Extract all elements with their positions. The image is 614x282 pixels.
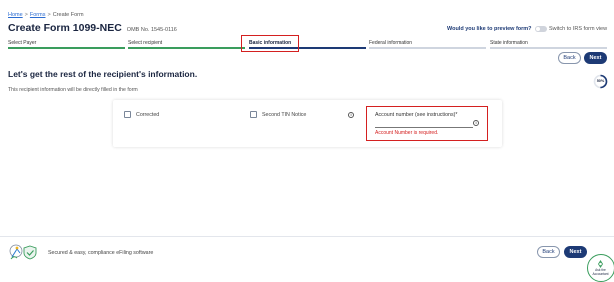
step-label: State information — [490, 40, 528, 46]
page-title: Create Form 1099-NEC — [8, 22, 122, 34]
footer-back-button[interactable]: Back — [537, 246, 560, 258]
omb-number: OMB No. 1545-0116 — [126, 27, 177, 33]
security-logo — [8, 242, 42, 262]
back-button[interactable]: Back — [558, 52, 581, 64]
shield-check-icon — [9, 244, 37, 260]
step-label: Federal information — [369, 40, 413, 46]
highlight-active-step — [241, 35, 299, 52]
stepper: Select Payer Select recipient Basic info… — [8, 40, 609, 50]
next-button[interactable]: Next — [584, 52, 607, 64]
step-federal-information[interactable]: Federal information — [369, 40, 488, 49]
progress-value: 50% — [596, 79, 605, 83]
corrected-label: Corrected — [136, 112, 160, 118]
ask-accountant-text: Ask the Accountant — [588, 268, 613, 276]
step-progress-bar — [8, 47, 125, 49]
step-label: Select recipient — [128, 40, 163, 46]
step-progress-bar — [369, 47, 486, 49]
second-tin-label: Second TIN Notice — [262, 112, 307, 118]
info-icon[interactable]: i — [348, 112, 354, 118]
breadcrumb-forms-link[interactable]: Forms — [30, 12, 46, 18]
progress-ring: 50% — [593, 74, 608, 89]
breadcrumb-home-link[interactable]: Home — [8, 12, 23, 18]
step-label: Select Payer — [8, 40, 37, 46]
step-select-payer[interactable]: Select Payer — [8, 40, 127, 49]
title-row: Create Form 1099-NEC OMB No. 1545-0116 — [8, 22, 177, 34]
step-select-recipient[interactable]: Select recipient — [128, 40, 247, 49]
ask-accountant-line2: Accountant — [592, 271, 609, 276]
preview-question: Would you like to preview form? — [447, 26, 532, 32]
ask-accountant-badge[interactable]: Ask the Accountant — [587, 254, 614, 282]
account-number-label: Account number (see instructions)* — [375, 112, 458, 118]
info-icon[interactable]: i — [473, 120, 479, 126]
footer-next-button[interactable]: Next — [564, 246, 587, 258]
corrected-checkbox[interactable] — [124, 111, 131, 118]
account-number-input[interactable] — [375, 120, 473, 128]
breadcrumb-current: Create Form — [52, 12, 84, 18]
section-subtext: This recipient information will be direc… — [8, 87, 138, 93]
step-progress-bar — [128, 47, 245, 49]
breadcrumb-separator: > — [47, 12, 51, 18]
irs-form-view-toggle[interactable] — [535, 26, 547, 32]
section-heading: Let's get the rest of the recipient's in… — [8, 69, 198, 79]
breadcrumb: Home > Forms > Create Form — [8, 12, 84, 18]
footer-tagline: Secured & easy, compliance eFiling softw… — [48, 250, 154, 256]
second-tin-checkbox[interactable] — [250, 111, 257, 118]
step-progress-bar — [490, 47, 607, 49]
account-number-error: Account Number is required. — [375, 130, 439, 136]
breadcrumb-separator: > — [24, 12, 28, 18]
irs-form-view-label: Switch to IRS form view — [549, 26, 608, 32]
step-state-information[interactable]: State information — [490, 40, 609, 49]
footer-divider — [0, 236, 614, 237]
